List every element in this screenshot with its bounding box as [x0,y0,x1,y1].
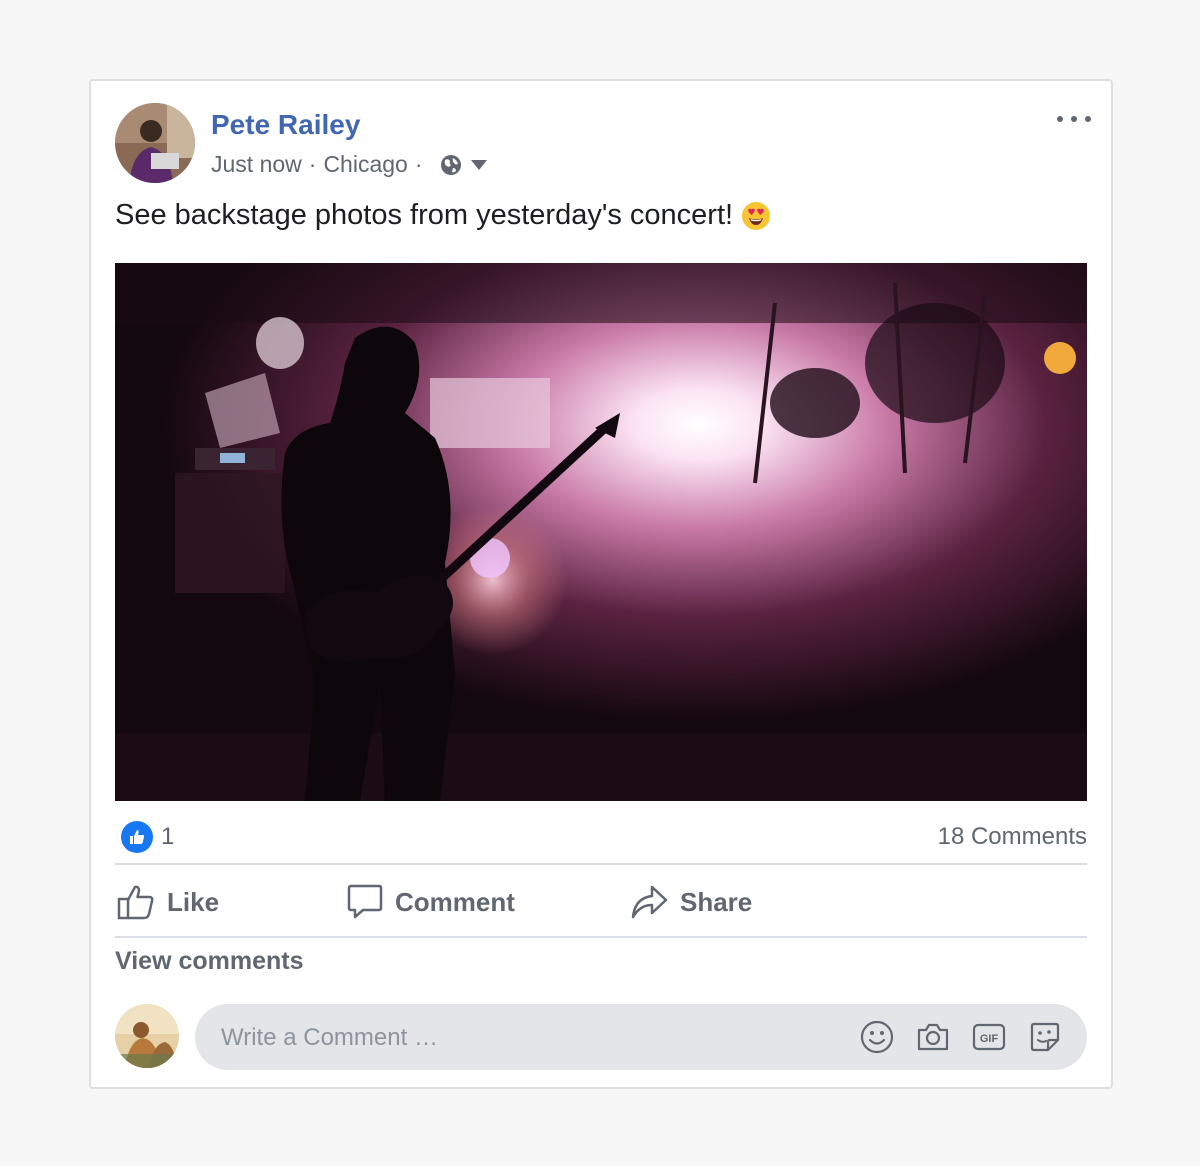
comment-label: Comment [395,886,515,917]
post-location[interactable]: Chicago [323,151,407,178]
dot [1057,116,1063,122]
comments-count-link[interactable]: 18 Comments [938,823,1087,851]
sticker-icon[interactable] [1027,1019,1063,1055]
reactions-summary[interactable]: 1 [121,821,174,853]
post-photo[interactable] [115,263,1087,801]
current-user-avatar[interactable] [115,1004,179,1068]
author-avatar[interactable] [115,103,195,183]
more-options-button[interactable] [1057,109,1091,129]
post-card: Pete Railey Just now · Chicago · See bac… [89,79,1113,1089]
thumbs-up-icon [117,884,155,920]
comment-button[interactable]: Comment [347,881,515,923]
comment-input-box: GIF [195,1004,1087,1072]
dot [1071,116,1077,122]
author-name[interactable]: Pete Railey [211,109,360,141]
share-arrow-icon [630,884,668,920]
post-meta: Just now · Chicago · [211,151,488,178]
svg-text:GIF: GIF [980,1033,999,1045]
globe-icon[interactable] [440,154,462,176]
reaction-count: 1 [161,823,175,850]
post-text-row: See backstage photos from yesterday's co… [115,199,771,232]
share-label: Share [680,886,753,917]
dot [1085,116,1091,122]
divider [115,936,1087,938]
post-text: See backstage photos from yesterday's co… [115,199,734,231]
like-reaction-icon [121,821,153,853]
post-timestamp[interactable]: Just now [211,151,302,178]
like-label: Like [167,886,220,917]
comment-input[interactable] [219,1004,823,1072]
like-button[interactable]: Like [117,881,219,923]
meta-separator: · [414,151,423,177]
divider [115,863,1087,865]
emoji-icon[interactable] [859,1019,895,1055]
meta-separator: · [308,151,317,177]
heart-eyes-emoji-icon [741,201,771,231]
privacy-dropdown-icon[interactable] [470,159,488,171]
gif-icon[interactable]: GIF [971,1019,1007,1055]
share-button[interactable]: Share [630,881,752,923]
speech-bubble-icon [347,884,383,920]
view-comments-link[interactable]: View comments [115,947,304,976]
camera-icon[interactable] [915,1019,951,1055]
